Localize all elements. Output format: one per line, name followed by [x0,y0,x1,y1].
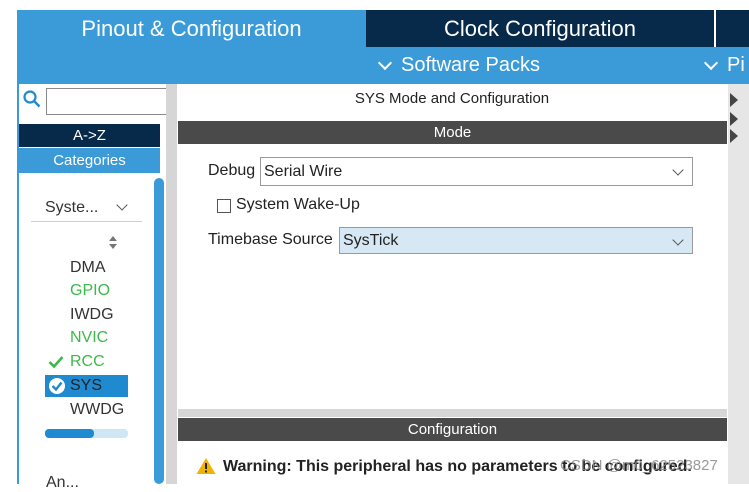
sub-toolbar: Software Packs Pi [17,47,749,84]
left-panel-scrollbar[interactable] [154,178,164,484]
tab-next-partial[interactable] [716,10,749,47]
list-item-gpio[interactable]: GPIO [70,280,110,302]
warning-icon [196,458,216,474]
mode-header: Mode [178,121,727,144]
chevron-down-icon [672,234,684,246]
system-wakeup-label[interactable]: System Wake-Up [236,196,360,214]
watermark: CSDN @m0_62523827 [560,457,718,474]
chevron-down-icon [672,164,684,176]
sort-order-icon[interactable] [108,236,118,250]
chevron-down-icon [377,55,393,70]
timebase-source-label: Timebase Source [208,231,333,248]
list-item-sys-label: SYS [70,377,103,394]
left-hscroll-thumb[interactable] [45,429,94,438]
category-select-value: Syste... [45,198,99,216]
arrow-right-icon[interactable] [730,93,738,107]
panel-title: SYS Mode and Configuration [354,90,550,107]
pinout-menu-label: Pi [727,54,745,76]
tab-clock-configuration[interactable]: Clock Configuration [366,10,714,47]
list-item-sys-selected[interactable]: SYS [45,375,128,397]
category-select[interactable]: Syste... [31,194,142,222]
debug-select[interactable]: Serial Wire [260,157,693,186]
chevron-down-icon [116,199,128,211]
categories-button[interactable]: Categories [19,148,160,173]
tab-pinout-label: Pinout & Configuration [81,15,302,41]
chevron-down-icon [703,55,719,70]
configuration-header-label: Configuration [407,421,498,438]
list-item-dma[interactable]: DMA [70,257,106,279]
list-item-iwdg[interactable]: IWDG [70,304,114,326]
list-item-nvic[interactable]: NVIC [70,327,108,349]
list-item-rcc[interactable]: RCC [70,351,105,373]
panel-splitter[interactable] [166,84,177,484]
pinout-menu-partial[interactable]: Pi [703,47,745,84]
sort-az-label: A->Z [73,127,106,144]
check-circle-icon [49,378,65,394]
timebase-source-select[interactable]: SysTick [339,227,693,254]
search-icon[interactable] [23,90,41,108]
software-packs-label: Software Packs [401,54,540,76]
system-wakeup-checkbox[interactable] [217,199,231,213]
section-splitter[interactable] [178,409,727,417]
debug-select-value: Serial Wire [264,163,343,180]
software-packs-menu[interactable]: Software Packs [377,47,540,84]
timebase-source-value: SysTick [343,232,399,249]
debug-label: Debug [208,162,256,179]
tab-pinout-configuration[interactable]: Pinout & Configuration [17,10,366,47]
next-category-partial[interactable]: An... [46,474,79,492]
tab-clock-label: Clock Configuration [444,15,636,41]
search-input[interactable] [46,88,168,115]
check-icon [48,356,64,369]
arrow-right-icon[interactable] [730,129,738,143]
list-item-wwdg[interactable]: WWDG [70,399,124,421]
right-panel-scrollbar[interactable] [728,84,749,484]
arrow-right-icon[interactable] [730,112,738,126]
sort-az-button[interactable]: A->Z [19,124,160,147]
configuration-header: Configuration [178,418,727,441]
categories-label: Categories [53,152,126,169]
mode-header-label: Mode [433,124,472,141]
